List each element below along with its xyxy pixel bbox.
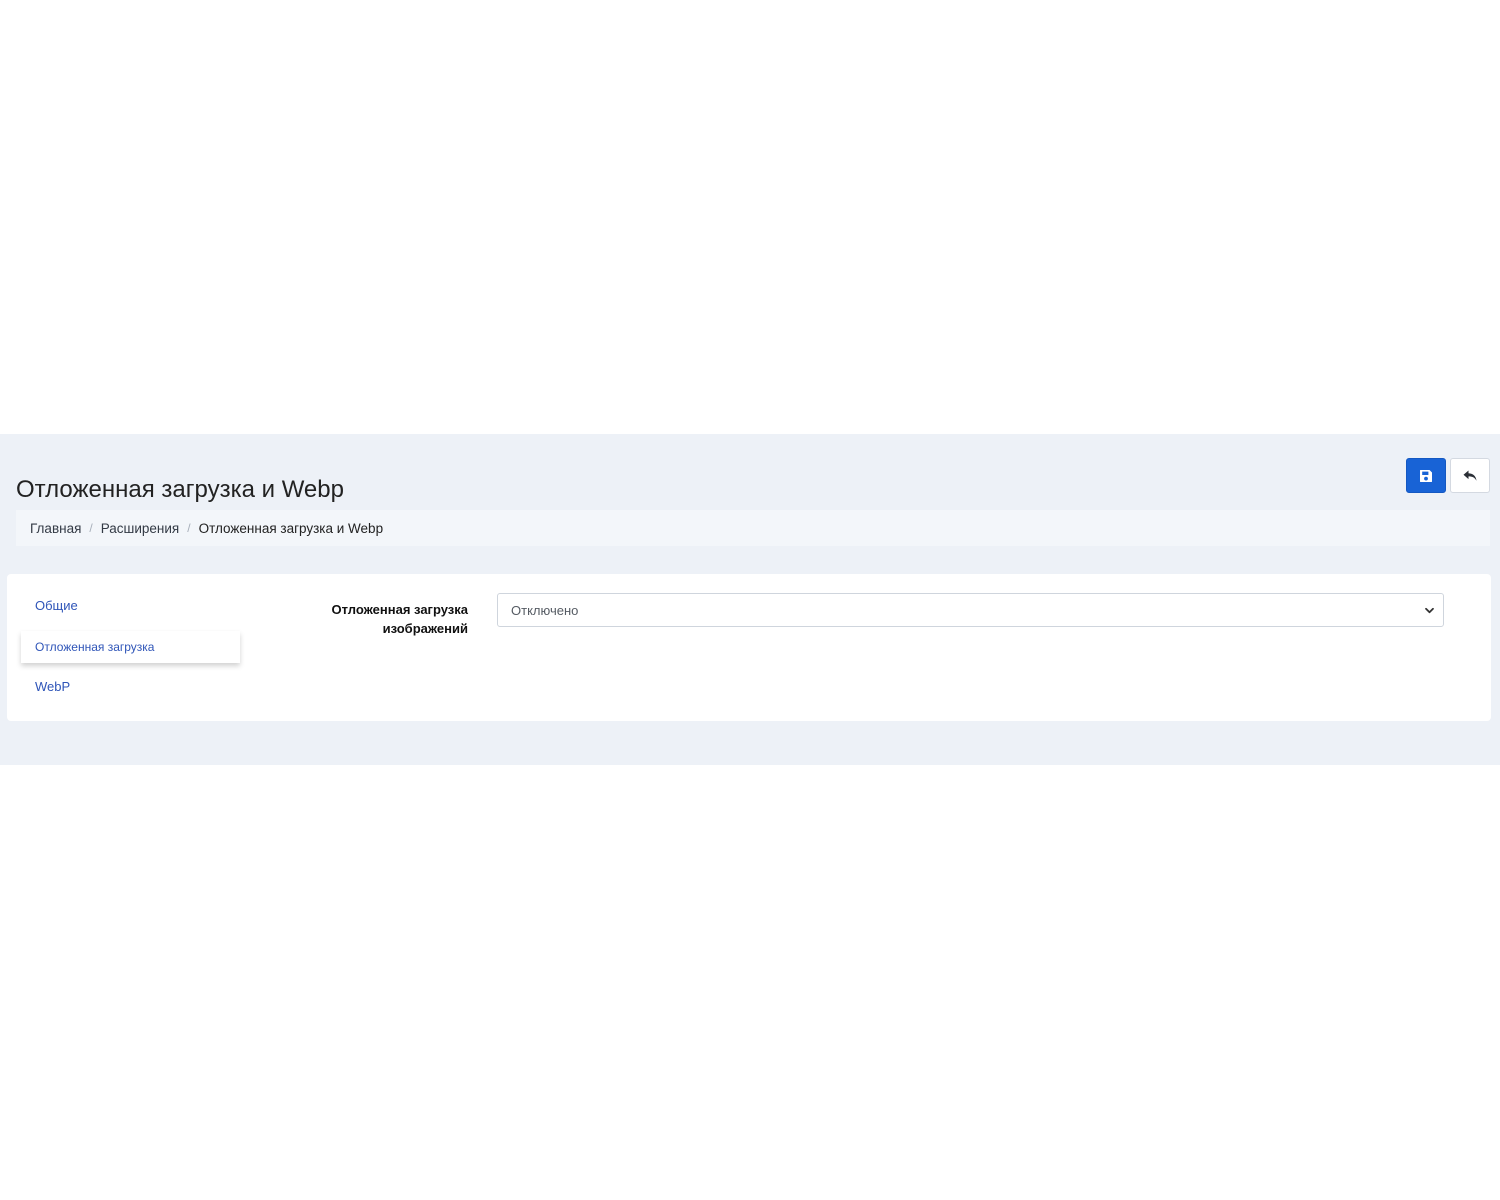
sidebar-item-lazy-load[interactable]: Отложенная загрузка xyxy=(21,631,240,663)
chevron-down-icon xyxy=(1425,607,1434,614)
lazy-load-images-value: Отключено xyxy=(511,602,579,618)
page-canvas: Отложенная загрузка и Webp Главная / Рас… xyxy=(0,0,1500,1200)
lazy-load-images-select[interactable]: Отключено xyxy=(497,593,1444,627)
lazy-load-images-label: Отложенная загрузка изображений xyxy=(331,602,468,636)
save-button[interactable] xyxy=(1406,458,1446,493)
breadcrumb: Главная / Расширения / Отложенная загруз… xyxy=(16,510,1490,546)
settings-card: Общие Отложенная загрузка WebP Отложенна… xyxy=(7,574,1491,721)
sidebar-item-general[interactable]: Общие xyxy=(21,589,240,621)
sidebar-item-webp[interactable]: WebP xyxy=(21,670,240,702)
back-button[interactable] xyxy=(1450,458,1490,493)
breadcrumb-separator: / xyxy=(187,521,191,535)
breadcrumb-home[interactable]: Главная xyxy=(30,521,81,536)
floppy-disk-icon xyxy=(1420,469,1432,482)
breadcrumb-separator: / xyxy=(89,521,93,535)
reply-arrow-icon xyxy=(1463,470,1477,481)
breadcrumb-extensions[interactable]: Расширения xyxy=(101,521,180,536)
breadcrumb-current: Отложенная загрузка и Webp xyxy=(198,520,384,536)
page-title: Отложенная загрузка и Webp xyxy=(16,476,344,503)
